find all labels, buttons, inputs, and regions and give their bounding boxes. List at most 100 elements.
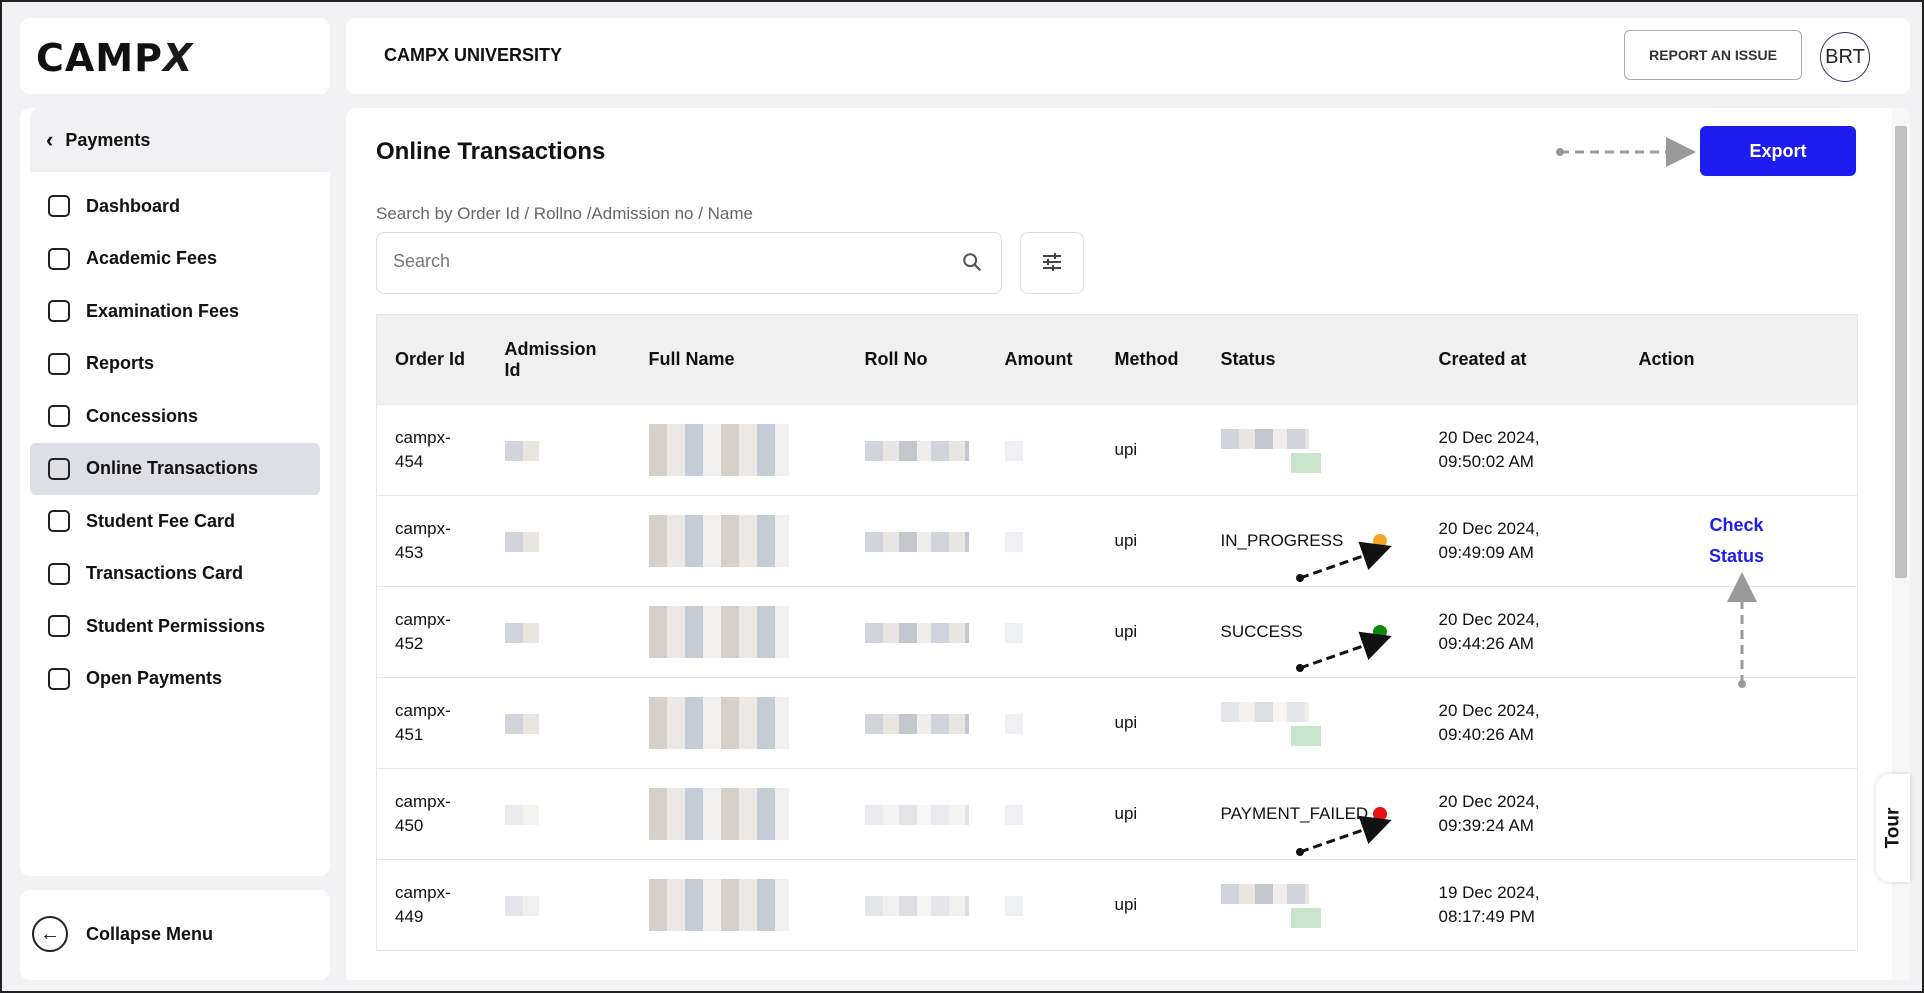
collapse-label: Collapse Menu (86, 923, 214, 944)
method: upi (1096, 586, 1203, 678)
redacted-admission-id (504, 804, 539, 825)
redacted-name (648, 606, 789, 658)
sidebar-item-transactions-card[interactable]: Transactions Card (30, 548, 320, 601)
action-cell (1620, 768, 1858, 860)
sidebar-item-examination-fees[interactable]: Examination Fees (30, 285, 320, 338)
table-row: campx-454 upi 20 Dec 2024, 09:50:02 AM (376, 404, 1858, 496)
sidebar-item-student-fee-card[interactable]: Student Fee Card (30, 495, 320, 548)
exam-icon (48, 300, 70, 323)
col-order-id: Order Id (376, 314, 487, 405)
dashboard-icon (48, 195, 70, 218)
sidebar-item-academic-fees[interactable]: Academic Fees (30, 233, 320, 286)
redacted-status (1220, 428, 1309, 449)
sidebar-item-dashboard[interactable]: Dashboard (30, 180, 320, 233)
sidebar-item-student-permissions[interactable]: Student Permissions (30, 600, 320, 653)
tour-button[interactable]: Tour (1876, 774, 1910, 882)
order-id: campx-450 (376, 768, 487, 860)
col-full-name: Full Name (630, 314, 847, 405)
sidebar-item-label: Online Transactions (86, 458, 259, 479)
redacted-roll-no (864, 622, 969, 643)
university-name: CAMPX UNIVERSITY (384, 45, 563, 65)
arrow-left-icon: ← (32, 916, 68, 952)
action-cell (1620, 586, 1858, 678)
redacted-amount (1004, 804, 1023, 825)
col-method: Method (1096, 314, 1203, 405)
cast-icon (48, 457, 70, 480)
order-id: campx-453 (376, 495, 487, 587)
report-issue-button[interactable]: REPORT AN ISSUE (1624, 30, 1802, 80)
redacted-amount (1004, 531, 1023, 552)
collapse-menu-button[interactable]: ← Collapse Menu (32, 916, 213, 952)
table-row: campx-452 upi SUCCESS 20 Dec 2024, 09:44… (376, 586, 1858, 678)
sidebar: ‹ Payments Dashboard Academic Fees Exami… (20, 108, 330, 876)
redacted-status-badge (1290, 725, 1321, 746)
id-card-icon (48, 510, 70, 533)
action-cell (1620, 404, 1858, 496)
col-amount: Amount (986, 314, 1097, 405)
redacted-amount (1004, 895, 1023, 916)
sidebar-item-online-transactions[interactable]: Online Transactions (30, 442, 320, 495)
status-dot-success (1372, 625, 1387, 639)
sidebar-item-reports[interactable]: Reports (30, 338, 320, 391)
avatar[interactable]: BRT (1820, 32, 1870, 82)
transaction-card-icon (48, 562, 70, 585)
back-to-payments[interactable]: ‹ Payments (30, 108, 330, 172)
filter-button[interactable] (1020, 232, 1084, 294)
order-id: campx-452 (376, 586, 487, 678)
check-status-link[interactable]: Check Status (1697, 510, 1777, 572)
table-row: campx-449 upi 19 Dec 2024, 08:17:49 PM (376, 859, 1858, 951)
collapse-panel: ← Collapse Menu (20, 890, 330, 980)
redacted-name (648, 879, 789, 931)
created-at: 20 Dec 2024, 09:49:09 AM (1420, 495, 1621, 587)
created-at: 20 Dec 2024, 09:50:02 AM (1420, 404, 1621, 496)
status-text: IN_PROGRESS (1220, 531, 1344, 550)
created-at: 20 Dec 2024, 09:44:26 AM (1420, 586, 1621, 678)
redacted-admission-id (504, 440, 539, 461)
sidebar-item-label: Academic Fees (86, 248, 218, 269)
back-label: Payments (65, 129, 151, 150)
sliders-icon (1043, 252, 1061, 271)
redacted-name (648, 515, 789, 567)
redacted-roll-no (864, 531, 969, 552)
method: upi (1096, 495, 1203, 587)
tour-label: Tour (1882, 807, 1903, 849)
concession-icon (48, 405, 70, 428)
sidebar-item-concessions[interactable]: Concessions (30, 390, 320, 443)
redacted-admission-id (504, 895, 539, 916)
sidebar-item-label: Student Permissions (86, 615, 266, 636)
redacted-admission-id (504, 531, 539, 552)
status-text: PAYMENT_FAILED (1220, 804, 1369, 823)
sidebar-item-open-payments[interactable]: Open Payments (30, 653, 320, 706)
search-icon[interactable] (961, 251, 983, 273)
chevron-left-icon: ‹ (46, 127, 54, 152)
scrollbar-thumb[interactable] (1895, 126, 1907, 578)
status-dot-in-progress (1372, 534, 1387, 548)
academic-cap-icon (48, 247, 70, 270)
sidebar-menu: Dashboard Academic Fees Examination Fees… (20, 180, 330, 705)
table-row: campx-450 upi PAYMENT_FAILED 20 Dec 2024… (376, 768, 1858, 860)
redacted-roll-no (864, 440, 969, 461)
action-cell (1620, 677, 1858, 769)
sidebar-item-label: Reports (86, 353, 155, 374)
export-button[interactable]: Export (1700, 126, 1856, 176)
redacted-roll-no (864, 713, 969, 734)
sidebar-item-label: Open Payments (86, 668, 223, 689)
redacted-status-badge (1290, 907, 1321, 928)
redacted-status (1220, 701, 1309, 722)
order-id: campx-451 (376, 677, 487, 769)
redacted-roll-no (864, 804, 969, 825)
method: upi (1096, 768, 1203, 860)
created-at: 19 Dec 2024, 08:17:49 PM (1420, 859, 1621, 951)
redacted-roll-no (864, 895, 969, 916)
wallet-icon (48, 667, 70, 690)
redacted-amount (1004, 713, 1023, 734)
sidebar-item-label: Student Fee Card (86, 510, 236, 531)
sidebar-item-label: Examination Fees (86, 300, 240, 321)
transactions-table: Order Id Admission Id Full Name Roll No … (376, 314, 1858, 951)
main-content: Online Transactions Export Search by Ord… (346, 108, 1910, 980)
search-label: Search by Order Id / Rollno /Admission n… (376, 204, 753, 223)
redacted-name (648, 788, 789, 840)
search-input[interactable] (393, 251, 913, 272)
table-header-row: Order Id Admission Id Full Name Roll No … (376, 314, 1858, 405)
redacted-admission-id (504, 713, 539, 734)
